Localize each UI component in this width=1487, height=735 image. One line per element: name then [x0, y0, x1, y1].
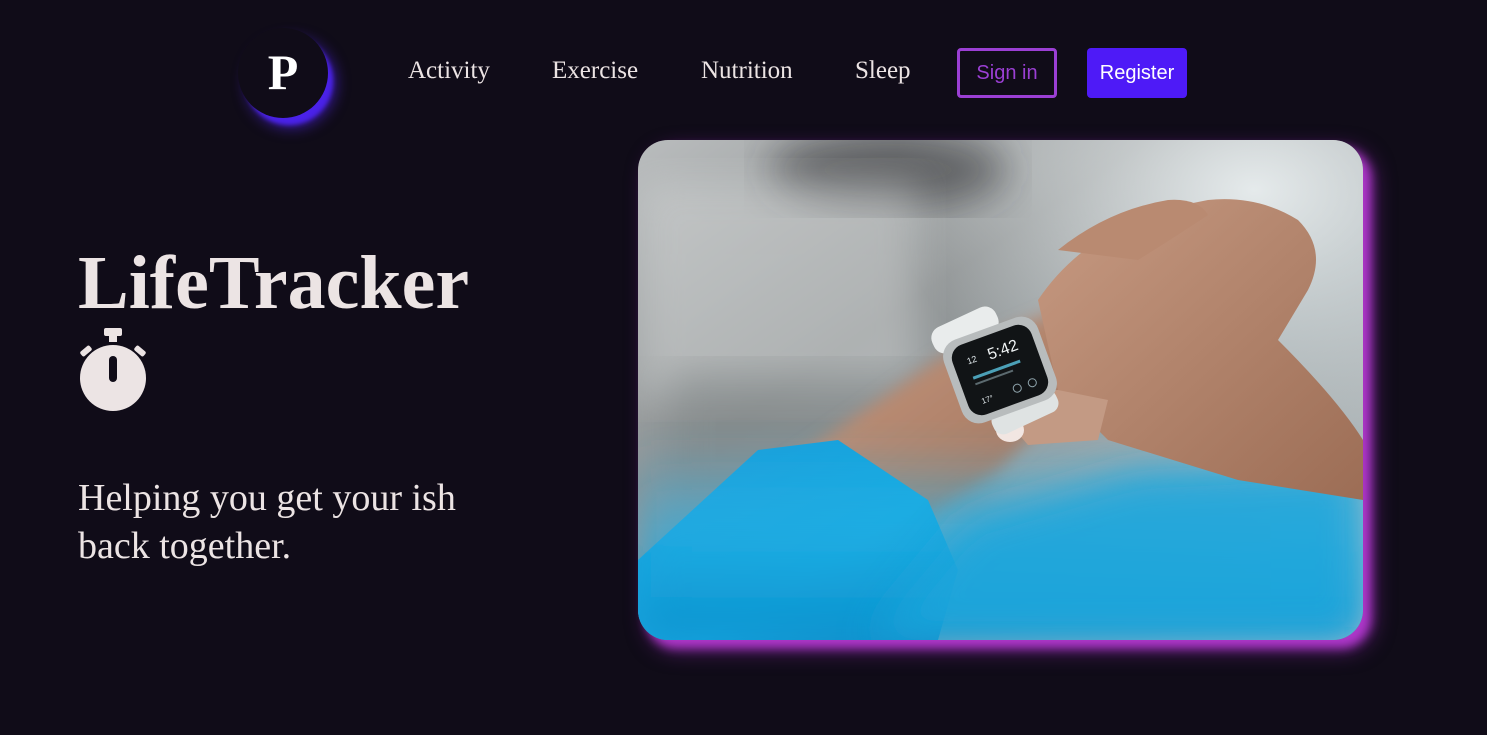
- nav-link-activity[interactable]: Activity: [408, 56, 490, 86]
- hero-image: 12 5:42 17°: [638, 140, 1363, 640]
- nav-link-sleep[interactable]: Sleep: [855, 56, 911, 86]
- hero-title: LifeTracker: [78, 241, 470, 325]
- sign-in-button[interactable]: Sign in: [957, 48, 1057, 98]
- nav-link-exercise[interactable]: Exercise: [552, 56, 638, 86]
- logo-letter: P: [267, 44, 299, 100]
- nav-link-nutrition[interactable]: Nutrition: [701, 56, 793, 86]
- register-button[interactable]: Register: [1087, 48, 1187, 98]
- stopwatch-icon: [80, 328, 146, 411]
- hero-tagline: Helping you get your ish back together.: [78, 477, 456, 567]
- logo[interactable]: P: [238, 28, 328, 118]
- smartwatch-photo: 12 5:42 17°: [638, 140, 1363, 640]
